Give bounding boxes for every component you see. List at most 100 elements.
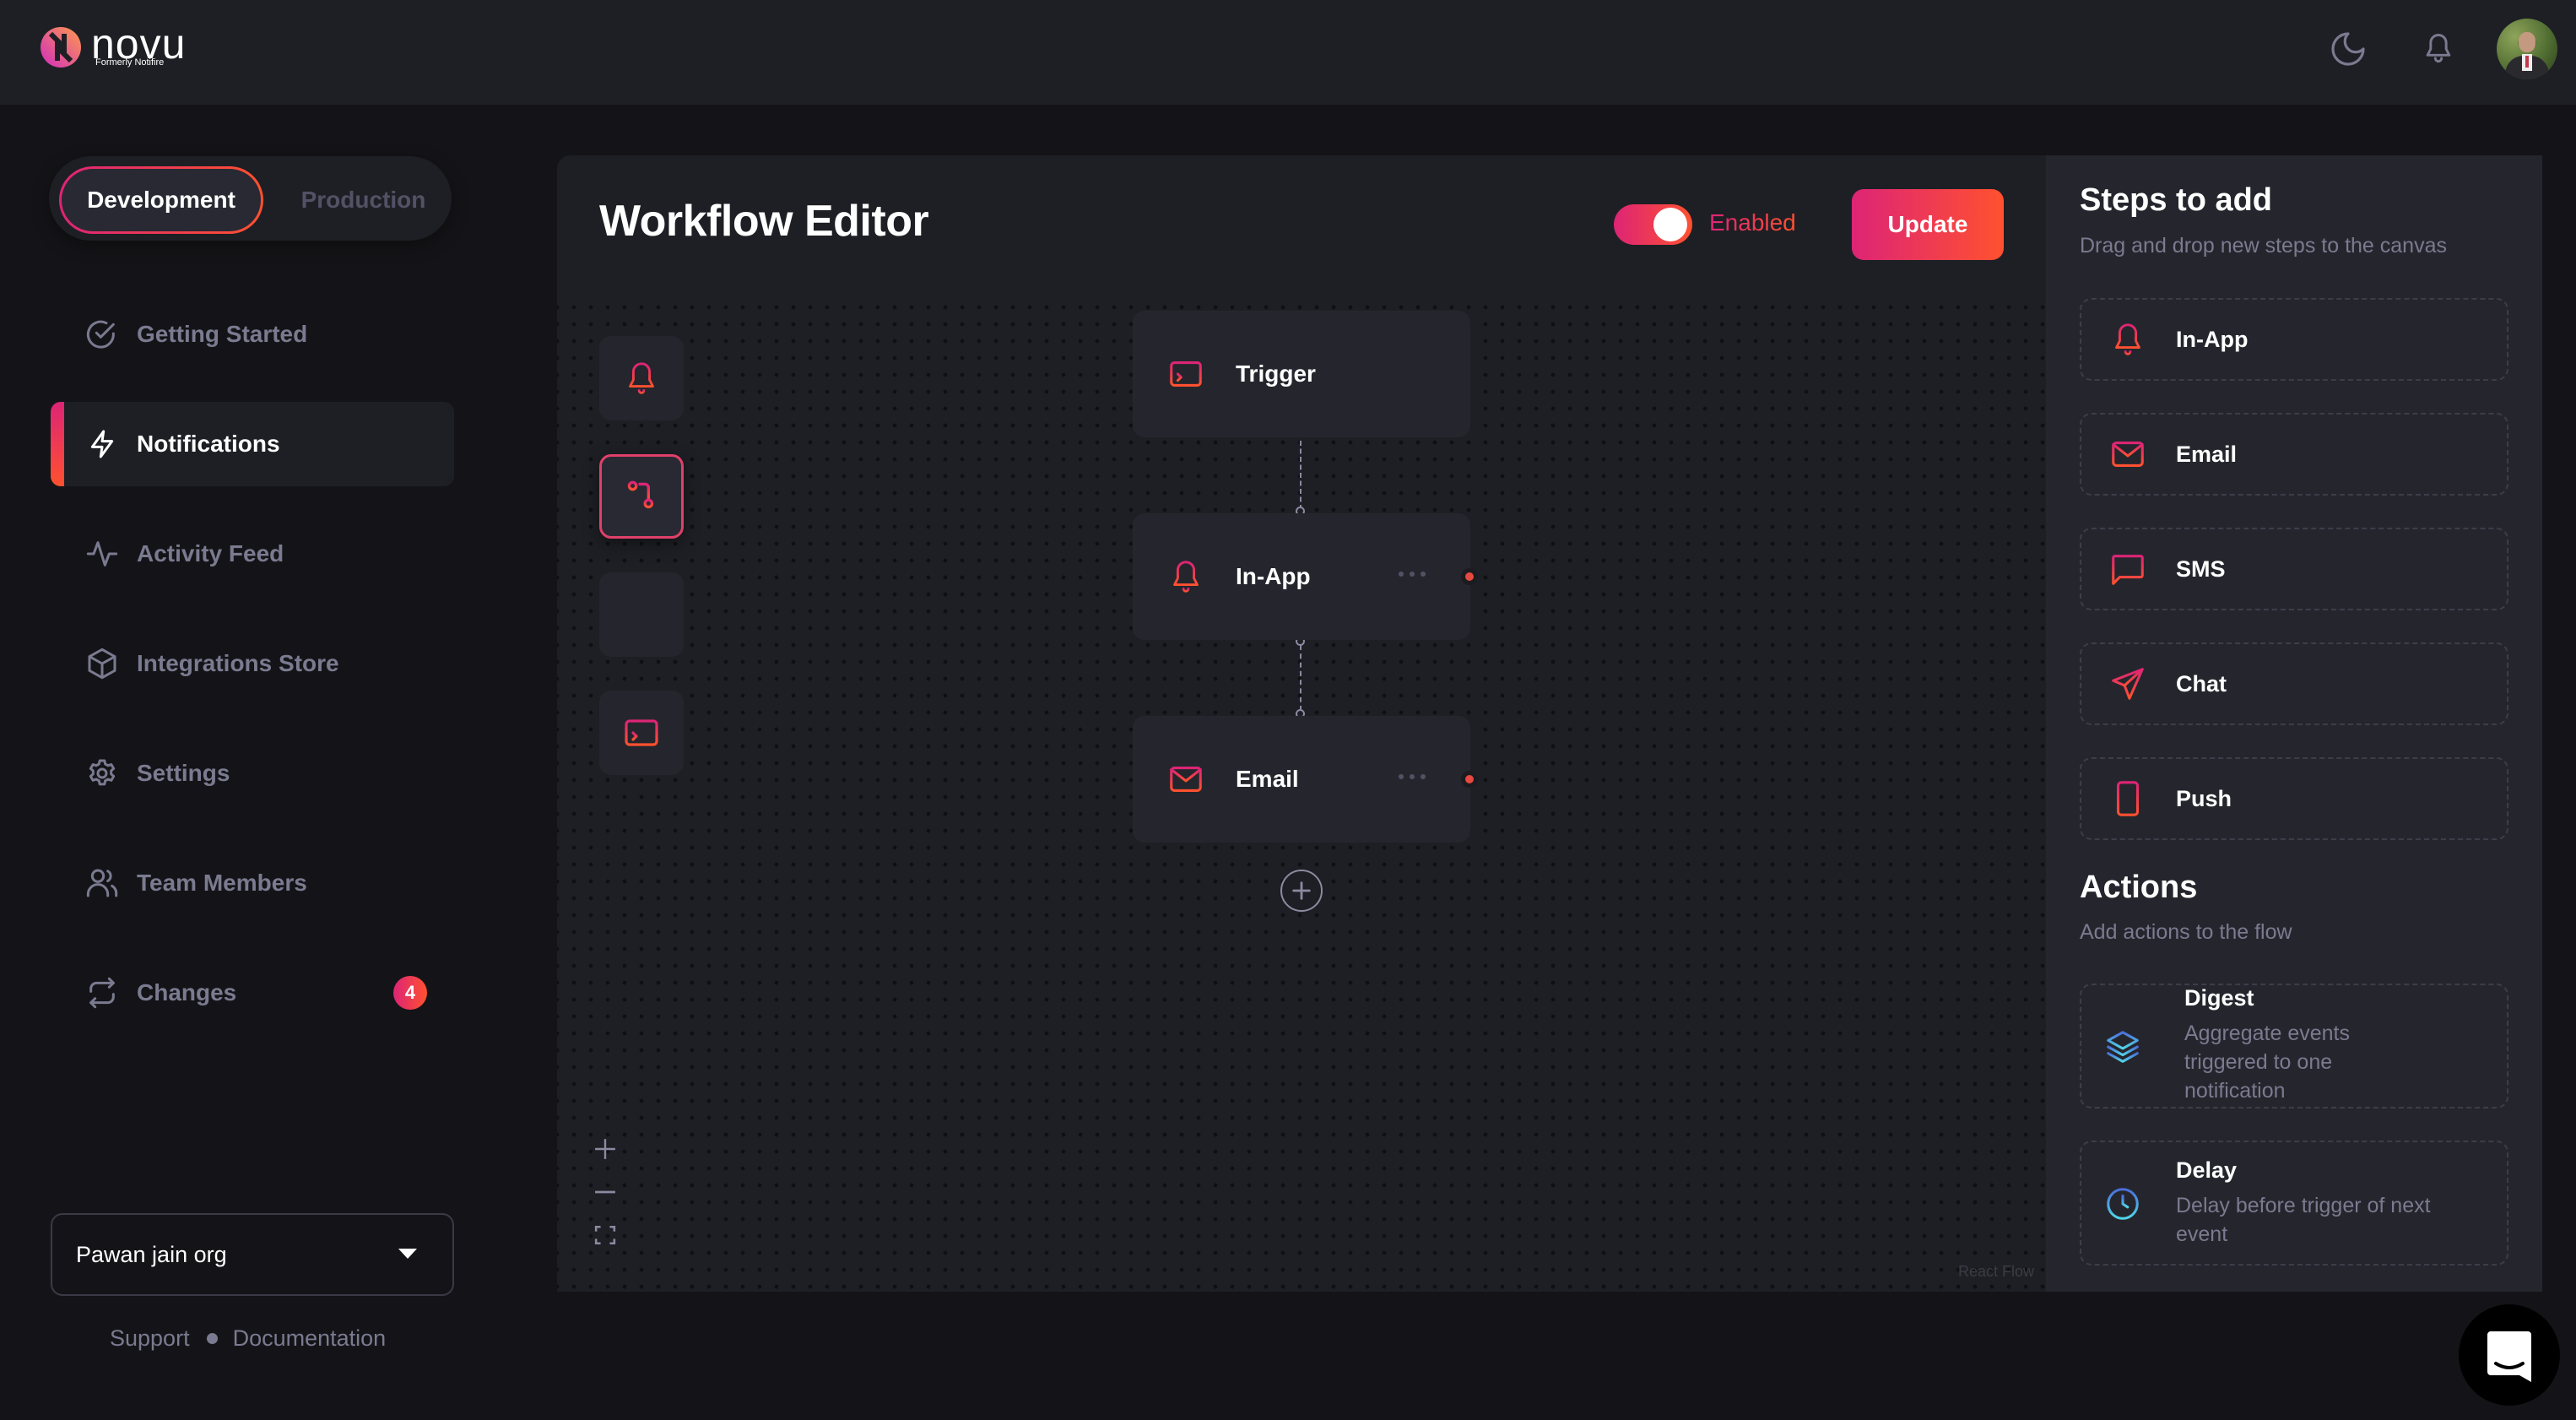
fullscreen-icon [594,1225,616,1245]
organization-name: Pawan jain org [76,1241,227,1267]
node-label: Trigger [1236,360,1316,387]
node-email[interactable]: Email [1133,716,1474,843]
activity-icon [84,536,120,572]
sidebar-item-getting-started[interactable]: Getting Started [51,292,454,377]
workflow-status-label: Enabled [1709,209,1796,236]
tool-filters[interactable] [599,572,684,657]
action-title: Digest [2184,985,2254,1011]
steps-panel-subtitle: Drag and drop new steps to the canvas [2080,234,2447,257]
novu-logo[interactable]: novu Formerly Notifire [39,23,186,69]
add-step-button[interactable] [1280,870,1323,912]
top-header: novu Formerly Notifire [0,0,2576,105]
support-chat-launcher[interactable] [2459,1304,2560,1406]
separator-dot [206,1333,218,1344]
step-label: Chat [2176,670,2227,696]
steps-panel: Steps to add Drag and drop new steps to … [2046,155,2542,1292]
sidebar-item-label: Changes [137,979,237,1005]
sidebar-item-team-members[interactable]: Team Members [51,841,454,925]
tool-trigger-snippet[interactable] [599,691,684,775]
send-icon [2108,664,2147,703]
bell-icon [2108,320,2147,359]
node-label: In-App [1236,563,1311,589]
node-trigger[interactable]: Trigger [1133,311,1470,437]
git-branch-icon [627,480,654,509]
step-card-in-app[interactable]: In-App [2080,298,2508,381]
sliders-icon [625,599,658,631]
check-circle-icon [84,317,120,352]
step-card-email[interactable]: Email [2080,413,2508,496]
action-title: Delay [2176,1157,2238,1183]
notifications-bell-button[interactable] [2416,27,2460,71]
step-card-push[interactable]: Push [2080,757,2508,840]
more-options-icon[interactable] [1399,572,1426,577]
edge-trigger-inapp [1300,441,1302,510]
layers-icon [2107,1031,2139,1063]
node-label: Email [1236,766,1299,792]
mail-icon [2108,435,2147,474]
terminal-window-icon [625,719,658,746]
theme-toggle-button[interactable] [2326,27,2370,71]
sidebar-item-changes[interactable]: Changes 4 [51,951,454,1035]
branch-handle[interactable] [1465,572,1474,581]
actions-subtitle: Add actions to the flow [2080,920,2292,944]
message-square-icon [2108,550,2147,588]
plus-icon [595,1139,615,1159]
env-development-tab[interactable]: Development [59,166,263,234]
terminal-window-icon [1166,355,1205,393]
update-button[interactable]: Update [1852,189,2004,260]
logo-subtitle: Formerly Notifire [95,57,165,68]
step-card-chat[interactable]: Chat [2080,642,2508,725]
user-avatar[interactable] [2497,19,2557,79]
users-icon [84,865,120,901]
footer-links: Support Documentation [110,1325,386,1352]
zoom-out-button[interactable] [591,1178,620,1206]
documentation-link[interactable]: Documentation [233,1325,387,1352]
moon-icon [2331,32,2365,66]
smartphone-icon [2108,779,2147,818]
sidebar-item-integrations-store[interactable]: Integrations Store [51,621,454,706]
sidebar-item-label: Settings [137,760,230,786]
edge-inapp-email [1300,645,1302,711]
tool-notification-steps[interactable] [599,336,684,420]
tool-workflow-settings[interactable] [599,454,684,539]
step-card-sms[interactable]: SMS [2080,528,2508,610]
plus-icon [1292,881,1311,900]
editor-header: Workflow Editor Enabled Update [557,155,2046,295]
action-card-digest[interactable]: Digest Aggregate events triggered to one… [2080,984,2508,1108]
workflow-enabled-toggle[interactable] [1614,204,1692,245]
bell-icon [2426,34,2451,63]
chat-bubble-icon [2487,1331,2531,1382]
step-label: SMS [2176,556,2226,582]
step-label: Email [2176,441,2238,467]
sidebar-item-label: Team Members [137,870,307,896]
action-card-delay[interactable]: Delay Delay before trigger of next event [2080,1141,2508,1266]
zoom-in-button[interactable] [591,1135,620,1163]
sidebar-item-notifications[interactable]: Notifications [51,402,454,486]
workflow-canvas[interactable]: Workflow Editor Enabled Update Trigger I… [557,155,2046,1292]
sidebar-item-activity-feed[interactable]: Activity Feed [51,512,454,596]
branch-handle[interactable] [1465,775,1474,783]
fit-view-button[interactable] [591,1221,620,1249]
sidebar-item-label: Notifications [137,431,280,457]
env-production-tab[interactable]: Production [294,166,433,234]
action-description: Delay before trigger of next event [2176,1194,2431,1246]
sidebar-item-label: Activity Feed [137,540,284,566]
gear-icon [84,756,120,791]
organization-select[interactable]: Pawan jain org [51,1213,454,1296]
clock-icon [2107,1188,2139,1220]
steps-panel-title: Steps to add [2080,182,2273,218]
bell-icon [1166,557,1205,596]
sidebar-item-label: Getting Started [137,321,308,347]
node-in-app[interactable]: In-App [1133,513,1474,640]
react-flow-attribution[interactable]: React Flow [1958,1263,2034,1281]
page-title: Workflow Editor [599,197,929,246]
action-description: Aggregate events triggered to one notifi… [2184,1022,2350,1103]
changes-count-badge: 4 [393,976,427,1010]
support-link[interactable]: Support [110,1325,190,1352]
caret-down-icon [398,1249,417,1259]
sidebar-item-settings[interactable]: Settings [51,731,454,816]
novu-logo-icon [41,27,81,68]
bolt-icon [84,426,120,462]
more-options-icon[interactable] [1399,774,1426,779]
minus-icon [595,1190,615,1194]
